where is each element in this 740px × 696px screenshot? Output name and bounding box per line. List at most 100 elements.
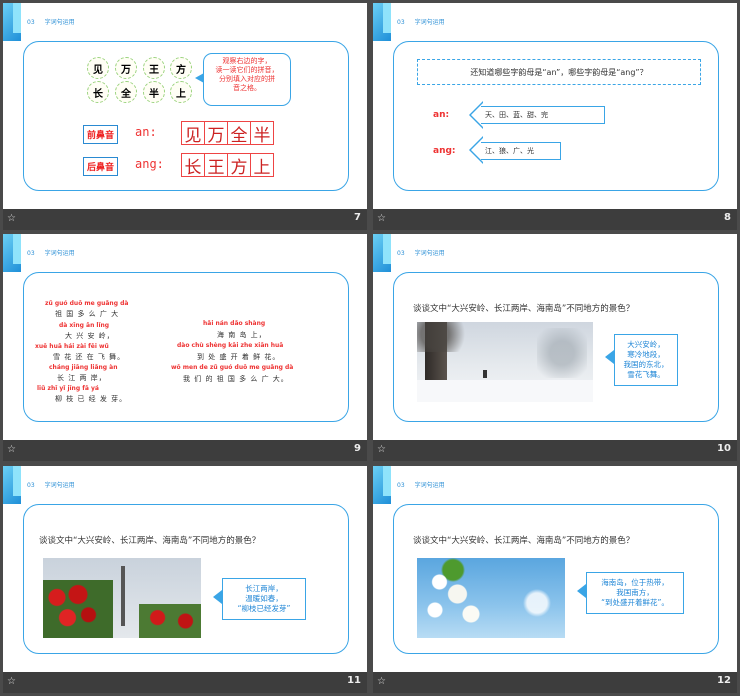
slide-canvas: 03 字词句运用 zǔ guó duō me guǎng dà 祖 国 多 么 广…: [3, 234, 367, 440]
slide-thumb-10[interactable]: 03 字词句运用 谈谈文中“大兴安岭、长江两岸、海南岛”不同地方的景色？ 大兴安岭…: [373, 234, 737, 461]
instruction-callout: 观察右边的字， 读一读它们的拼音， 分别填入对应的拼 音之格。: [203, 53, 291, 106]
pear-blossoms: [417, 558, 507, 638]
poem-line: 到 处 盛 开 着 鲜 花。: [197, 353, 281, 361]
houbiyin-label: 后鼻音: [83, 157, 119, 176]
pinyin-line: liǔ zhī yǐ jīng fā yá: [37, 385, 99, 392]
grid-char: 半: [250, 121, 274, 146]
an-label: an:: [135, 125, 157, 139]
roses-tower-photo: [43, 558, 201, 638]
pinyin-line: dào chù shèng kāi zhe xiān huā: [177, 342, 284, 349]
note-line: 我国的东北，: [623, 360, 669, 369]
grid-char: 上: [250, 153, 274, 178]
slide-header: 03 字词句运用: [27, 480, 75, 489]
slide-canvas: 03 字词句运用 还知道哪些字韵母是“an”，哪些字韵母是“ang”？ an: 天…: [373, 3, 737, 209]
corner-decoration-stripe: [13, 234, 21, 264]
pinyin-line: wǒ men de zǔ guó duō me guǎng dà: [171, 364, 294, 371]
distant-trees: [537, 328, 587, 378]
poem-line: 长 江 两 岸，: [57, 374, 107, 382]
poem-line: 海 南 岛 上，: [217, 331, 267, 339]
slide-header: 03 字词句运用: [27, 17, 75, 26]
note-line: “到处盛开着鲜花”。: [601, 598, 669, 607]
slide-thumb-11[interactable]: 03 字词句运用 谈谈文中“大兴安岭、长江两岸、海南岛”不同地方的景色？ 长江两岸…: [3, 466, 367, 693]
callout-line: 分别填入对应的拼: [219, 75, 275, 83]
poem-line: 大 兴 安 岭，: [65, 332, 115, 340]
note-line: 温暖如春，: [245, 594, 283, 603]
description-note: 大兴安岭， 寒冷地段， 我国的东北， 雪花飞舞。: [614, 334, 678, 386]
star-icon[interactable]: ☆: [377, 213, 386, 225]
note-line: “柳枝已经发芽”: [237, 604, 291, 613]
section-title: 字词句运用: [414, 19, 445, 26]
rose-bush-right: [139, 604, 201, 638]
pinyin-line: zǔ guó duō me guǎng dà: [45, 300, 129, 307]
char-circle: 见: [87, 57, 109, 79]
note-line: 长江两岸，: [245, 584, 283, 593]
description-note: 长江两岸， 温暖如春， “柳枝已经发芽”: [222, 578, 306, 620]
section-number: 03: [27, 19, 35, 26]
an-label: an:: [433, 110, 450, 120]
slide-number: 12: [717, 675, 731, 686]
slide-thumb-7[interactable]: 03 字词句运用 见 万 王 方 长 全 半 上 观察右边的字， 读一读它们的拼音…: [3, 3, 367, 230]
char-circle: 方: [170, 57, 192, 79]
slide-thumb-12[interactable]: 03 字词句运用 谈谈文中“大兴安岭、长江两岸、海南岛”不同地方的景色？ 海南岛，…: [373, 466, 737, 693]
pinyin-line: xuě huā hái zài fēi wǔ: [35, 343, 109, 350]
char-circle: 全: [115, 81, 137, 103]
slide-canvas: 03 字词句运用 谈谈文中“大兴安岭、长江两岸、海南岛”不同地方的景色？ 海南岛，…: [373, 466, 737, 672]
ang-label: ang:: [433, 146, 456, 156]
grid-char: 方: [227, 153, 251, 178]
slide-number: 9: [354, 443, 361, 454]
note-line: 大兴安岭，: [627, 340, 665, 349]
slide-number: 7: [354, 212, 361, 223]
description-note: 海南岛，位于热带， 我国南方， “到处盛开着鲜花”。: [586, 572, 684, 614]
question-text: 谈谈文中“大兴安岭、长江两岸、海南岛”不同地方的景色？: [413, 536, 635, 546]
corner-decoration-stripe: [13, 466, 21, 496]
section-number: 03: [397, 250, 405, 257]
pinyin-line: cháng jiāng liǎng àn: [49, 364, 118, 371]
star-icon[interactable]: ☆: [7, 676, 16, 688]
star-icon[interactable]: ☆: [7, 444, 16, 456]
grid-char: 万: [204, 121, 228, 146]
slide-header: 03 字词句运用: [397, 17, 445, 26]
slide-number: 10: [717, 443, 731, 454]
slide-header: 03 字词句运用: [397, 480, 445, 489]
poem-line: 祖 国 多 么 广 大: [55, 310, 120, 318]
question-text: 谈谈文中“大兴安岭、长江两岸、海南岛”不同地方的景色？: [39, 536, 261, 546]
section-title: 字词句运用: [44, 19, 75, 26]
slide-status-bar: ☆ 7: [3, 209, 367, 230]
callout-line: 观察右边的字，: [222, 57, 272, 65]
section-number: 03: [27, 250, 35, 257]
section-number: 03: [397, 19, 405, 26]
slide-thumb-8[interactable]: 03 字词句运用 还知道哪些字韵母是“an”，哪些字韵母是“ang”？ an: 天…: [373, 3, 737, 230]
char-circle: 王: [143, 57, 165, 79]
grid-char: 长: [181, 153, 205, 178]
grid-char: 全: [227, 121, 251, 146]
slide-number: 8: [724, 212, 731, 223]
grid-char: 王: [204, 153, 228, 178]
section-number: 03: [27, 482, 35, 489]
poem-line: 柳 枝 已 经 发 芽。: [55, 395, 128, 403]
snow-forest-photo: [417, 322, 593, 402]
char-circle: 万: [115, 57, 137, 79]
slide-thumb-9[interactable]: 03 字词句运用 zǔ guó duō me guǎng dà 祖 国 多 么 广…: [3, 234, 367, 461]
corner-decoration-stripe: [13, 3, 21, 33]
slide-number: 11: [347, 675, 361, 686]
slide-canvas: 03 字词句运用 谈谈文中“大兴安岭、长江两岸、海南岛”不同地方的景色？ 大兴安岭…: [373, 234, 737, 440]
grid-char: 见: [181, 121, 205, 146]
walker-figure: [483, 370, 487, 378]
star-icon[interactable]: ☆: [377, 676, 386, 688]
snow-ground: [417, 380, 593, 402]
star-icon[interactable]: ☆: [7, 213, 16, 225]
note-line: 雪花飞舞。: [627, 370, 665, 379]
char-circle: 上: [170, 81, 192, 103]
section-title: 字词句运用: [44, 482, 75, 489]
rose-bush-left: [43, 580, 113, 638]
tower-silhouette: [121, 566, 125, 626]
pinyin-line: dà xīng ān lǐng: [59, 322, 110, 329]
tree-branches: [417, 322, 477, 352]
poem-line: 雪 花 还 在 飞 舞。: [53, 353, 126, 361]
slide-status-bar: ☆ 11: [3, 672, 367, 693]
slide-canvas: 03 字词句运用 见 万 王 方 长 全 半 上 观察右边的字， 读一读它们的拼音…: [3, 3, 367, 209]
star-icon[interactable]: ☆: [377, 444, 386, 456]
note-line: 我国南方，: [616, 588, 654, 597]
ang-label: ang:: [135, 157, 164, 171]
arrow-left-icon: [577, 584, 586, 598]
